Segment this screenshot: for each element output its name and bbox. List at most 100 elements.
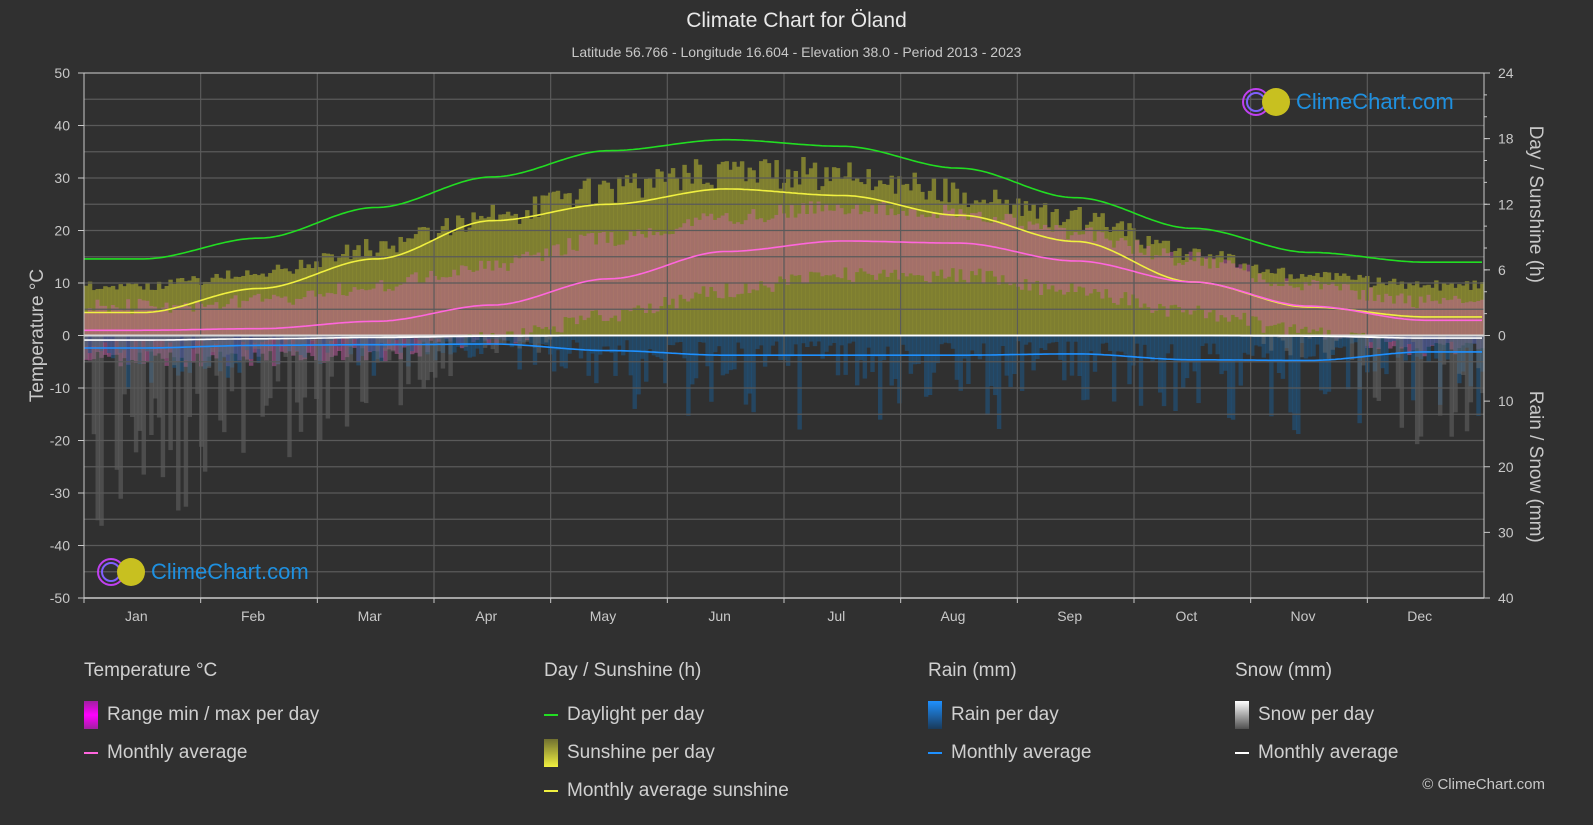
temp-range-day-bar xyxy=(805,213,810,284)
legend-snow-title: Snow (mm) xyxy=(1235,660,1333,681)
snow-day-bar xyxy=(1361,335,1366,366)
right-bottom-tick-label: 10 xyxy=(1498,393,1514,409)
temp-range-day-bar xyxy=(877,203,883,274)
left-tick-label: 30 xyxy=(54,170,70,186)
temp-range-day-bar xyxy=(517,258,522,342)
temp-range-day-bar xyxy=(1284,278,1289,337)
left-axis-title: Temperature °C xyxy=(27,269,48,402)
snow-day-bar xyxy=(1357,335,1362,390)
rain-day-bar xyxy=(1230,335,1236,420)
rain-day-bar xyxy=(1242,335,1247,353)
temp-range-day-bar xyxy=(889,208,894,273)
temp-range-day-bar xyxy=(927,216,933,283)
temp-range-day-bar xyxy=(551,245,557,327)
temp-range-day-bar xyxy=(1173,265,1178,305)
rain-day-bar xyxy=(1192,335,1197,372)
right-axis-title-hours: Day / Sunshine (h) xyxy=(1525,126,1546,283)
rain-day-bar xyxy=(601,335,607,347)
rain-day-bar xyxy=(237,335,242,373)
left-tick-label: 40 xyxy=(54,118,70,134)
rain-day-bar xyxy=(831,335,837,343)
rain-day-bar xyxy=(1426,335,1431,362)
temp-range-day-bar xyxy=(874,213,879,280)
rain-day-bar xyxy=(1069,335,1075,376)
temp-range-day-bar xyxy=(532,254,538,326)
snow-day-bar xyxy=(1299,335,1305,358)
snow-day-bar xyxy=(406,335,411,385)
rain-day-bar xyxy=(927,335,933,396)
rain-day-bar xyxy=(889,335,894,386)
snow-day-bar xyxy=(99,335,104,526)
rain-day-bar xyxy=(640,335,645,359)
rain-day-bar xyxy=(812,335,818,347)
rain-day-bar xyxy=(1265,335,1270,354)
temp-range-day-bar xyxy=(1334,286,1339,340)
snow-day-bar xyxy=(1468,335,1474,403)
temp-range-day-bar xyxy=(1180,264,1186,313)
temp-range-day-bar xyxy=(555,244,561,332)
rain-day-bar xyxy=(1023,335,1029,345)
temp-range-day-bar xyxy=(970,213,975,272)
temp-range-day-bar xyxy=(628,231,634,312)
temp-range-day-bar xyxy=(321,296,327,363)
logo-bottom[interactable]: ClimeChart.com xyxy=(95,556,309,588)
temp-range-day-bar xyxy=(770,218,776,292)
rain-day-bar xyxy=(716,335,722,347)
snow-day-bar xyxy=(1464,335,1470,432)
temp-range-day-bar xyxy=(310,290,315,357)
rain-day-bar xyxy=(970,335,975,351)
rain-day-bar xyxy=(732,335,737,370)
snow-day-bar xyxy=(122,335,127,395)
rain-day-bar xyxy=(874,335,879,357)
rain-day-bar xyxy=(751,335,756,413)
rain-day-bar xyxy=(1223,335,1228,371)
temp-range-day-bar xyxy=(839,208,845,279)
temp-range-day-bar xyxy=(525,251,530,341)
rain-day-bar xyxy=(1345,335,1351,390)
rain-day-bar xyxy=(1027,335,1032,343)
copyright: © ClimeChart.com xyxy=(1422,776,1545,793)
temp-range-day-bar xyxy=(436,279,442,342)
temp-range-day-bar xyxy=(1100,232,1105,299)
snow-day-bar xyxy=(149,335,154,436)
rain-day-bar xyxy=(578,335,584,359)
snow-day-bar xyxy=(160,335,166,478)
temp-range-day-bar xyxy=(582,235,588,321)
legend-snow: Snow (mm) Snow per day Monthly average xyxy=(1235,660,1398,772)
logo-icon xyxy=(1242,88,1290,116)
rain-day-bar xyxy=(471,335,476,357)
rain-day-bar xyxy=(1004,335,1009,376)
rain-day-bar xyxy=(939,335,944,345)
temp-range-day-bar xyxy=(413,272,419,353)
temp-range-day-bar xyxy=(1184,262,1190,310)
temp-range-day-bar xyxy=(958,209,963,270)
snow-day-bar xyxy=(222,335,227,433)
rain-day-bar xyxy=(709,335,714,402)
rain-day-bar xyxy=(1031,335,1036,371)
rain-day-bar xyxy=(1062,335,1067,381)
temp-range-day-bar xyxy=(640,234,645,308)
rain-day-bar xyxy=(582,335,588,351)
rain-day-bar xyxy=(1273,335,1278,363)
legend-label: Sunshine per day xyxy=(567,742,715,763)
temp-range-day-bar xyxy=(851,208,856,282)
logo-top[interactable]: ClimeChart.com xyxy=(1240,86,1454,118)
left-tick-label: 50 xyxy=(54,65,70,81)
temp-range-day-bar xyxy=(962,213,967,280)
rain-day-bar xyxy=(567,335,572,354)
right-axis-title-mm: Rain / Snow (mm) xyxy=(1525,391,1546,543)
snow-day-bar xyxy=(153,335,158,399)
rain-day-bar xyxy=(670,335,676,346)
snow-day-bar xyxy=(490,335,496,350)
temp-range-day-bar xyxy=(644,237,649,313)
rain-day-bar xyxy=(1058,335,1063,360)
rain-day-bar xyxy=(1472,335,1477,344)
snow-day-bar xyxy=(252,335,258,349)
temp-range-day-bar xyxy=(1069,235,1075,284)
temp-range-day-bar xyxy=(333,294,338,356)
right-top-tick-label: 18 xyxy=(1498,131,1514,147)
temp-range-day-bar xyxy=(1311,279,1316,330)
rain-day-bar xyxy=(858,335,864,361)
snow-day-bar xyxy=(199,335,204,447)
rain-day-bar xyxy=(739,335,745,349)
